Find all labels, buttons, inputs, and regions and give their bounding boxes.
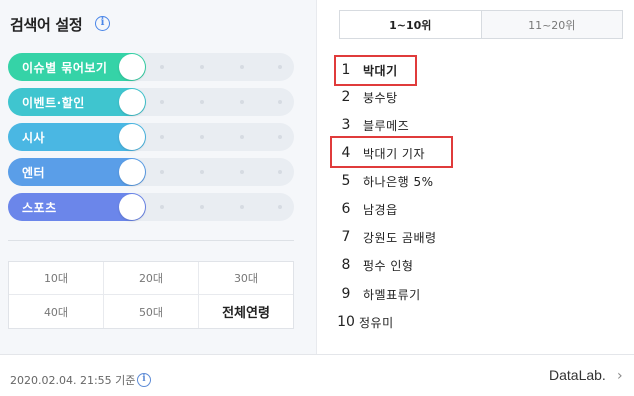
toggle-issue-group[interactable]: 이슈별 묶어보기 — [8, 53, 294, 81]
toggle-label: 시사 — [22, 131, 46, 145]
divider — [8, 240, 294, 241]
ranking-item[interactable]: 2 붕수탕 — [336, 83, 398, 111]
rank-number: 7 — [341, 229, 351, 245]
toggle-knob[interactable] — [119, 194, 145, 220]
track-dot — [200, 100, 204, 104]
track-dot — [240, 100, 244, 104]
rank-keyword[interactable]: 강원도 곰배령 — [363, 229, 437, 246]
track-dot — [200, 135, 204, 139]
rank-keyword[interactable]: 박대기 — [363, 62, 398, 79]
track-dot — [278, 135, 282, 139]
toggle-track[interactable]: 이슈별 묶어보기 — [8, 53, 146, 81]
track-dot — [160, 135, 164, 139]
rank-number: 9 — [341, 286, 351, 302]
toggle-label: 스포츠 — [22, 201, 57, 215]
chevron-right-icon[interactable]: › — [617, 368, 623, 384]
rank-number: 5 — [341, 173, 351, 189]
track-dot — [160, 170, 164, 174]
track-dot — [200, 205, 204, 209]
toggle-track[interactable]: 이벤트·할인 — [8, 88, 146, 116]
ranking-item[interactable]: 4 박대기 기자 — [336, 139, 425, 167]
toggle-label: 이벤트·할인 — [22, 96, 85, 110]
track-dot — [240, 65, 244, 69]
track-dot — [240, 170, 244, 174]
rank-keyword[interactable]: 붕수탕 — [363, 89, 398, 106]
age-filter-all[interactable]: 전체연령 — [199, 295, 293, 328]
ranking-item[interactable]: 7 강원도 곰배령 — [336, 223, 437, 251]
info-icon[interactable]: i — [137, 373, 151, 387]
age-filter-20s[interactable]: 20대 — [104, 262, 199, 295]
toggle-event-discount[interactable]: 이벤트·할인 — [8, 88, 294, 116]
rank-keyword[interactable]: 정유미 — [359, 314, 394, 331]
age-filter-30s[interactable]: 30대 — [199, 262, 293, 295]
track-dot — [160, 100, 164, 104]
track-dot — [240, 205, 244, 209]
age-filter-40s[interactable]: 40대 — [9, 295, 104, 328]
toggle-knob[interactable] — [119, 89, 145, 115]
track-dot — [278, 205, 282, 209]
toggle-track[interactable]: 스포츠 — [8, 193, 146, 221]
toggle-knob[interactable] — [119, 54, 145, 80]
toggle-track[interactable]: 시사 — [8, 123, 146, 151]
track-dot — [200, 170, 204, 174]
ranking-item[interactable]: 5 하나은행 5% — [336, 167, 434, 195]
age-filter-grid: 10대 20대 30대 40대 50대 전체연령 — [8, 261, 294, 329]
rank-keyword[interactable]: 박대기 기자 — [363, 145, 425, 162]
rank-number: 4 — [341, 145, 351, 161]
rank-keyword[interactable]: 블루메즈 — [363, 117, 409, 134]
toggle-label: 이슈별 묶어보기 — [22, 61, 108, 75]
settings-title: 검색어 설정 — [10, 16, 83, 34]
rank-number: 3 — [341, 117, 351, 133]
toggle-current-affairs[interactable]: 시사 — [8, 123, 294, 151]
rank-keyword[interactable]: 펑수 인형 — [363, 257, 413, 274]
rank-number: 8 — [341, 257, 351, 273]
rank-number: 1 — [341, 62, 351, 78]
rank-number: 6 — [341, 201, 351, 217]
track-dot — [160, 65, 164, 69]
age-filter-10s[interactable]: 10대 — [9, 262, 104, 295]
ranking-item[interactable]: 3 블루메즈 — [336, 111, 409, 139]
toggle-knob[interactable] — [119, 159, 145, 185]
ranking-item[interactable]: 1 박대기 — [336, 56, 398, 84]
rank-keyword[interactable]: 하멜표류기 — [363, 286, 421, 303]
track-dot — [160, 205, 164, 209]
timestamp: 2020.02.04. 21:55 기준 — [10, 374, 136, 387]
toggle-entertainment[interactable]: 엔터 — [8, 158, 294, 186]
track-dot — [240, 135, 244, 139]
rank-number: 2 — [341, 89, 351, 105]
datalab-link[interactable]: DataLab. — [549, 367, 606, 383]
age-filter-50s[interactable]: 50대 — [104, 295, 199, 328]
rank-keyword[interactable]: 남경읍 — [363, 201, 398, 218]
toggle-label: 엔터 — [22, 166, 46, 180]
ranking-item[interactable]: 10 정유미 — [336, 308, 394, 336]
rank-keyword[interactable]: 하나은행 5% — [363, 173, 434, 190]
tab-rank-11-20[interactable]: 11~20위 — [480, 11, 622, 38]
track-dot — [200, 65, 204, 69]
toggle-knob[interactable] — [119, 124, 145, 150]
ranking-item[interactable]: 9 하멜표류기 — [336, 280, 421, 308]
rank-tabs: 1~10위 11~20위 — [339, 10, 623, 39]
toggle-track[interactable]: 엔터 — [8, 158, 146, 186]
ranking-item[interactable]: 8 펑수 인형 — [336, 251, 413, 279]
track-dot — [278, 65, 282, 69]
rank-number: 10 — [337, 314, 355, 330]
tab-rank-1-10[interactable]: 1~10위 — [340, 11, 481, 38]
info-icon[interactable]: i — [95, 16, 110, 31]
ranking-item[interactable]: 6 남경읍 — [336, 195, 398, 223]
track-dot — [278, 170, 282, 174]
track-dot — [278, 100, 282, 104]
toggle-sports[interactable]: 스포츠 — [8, 193, 294, 221]
